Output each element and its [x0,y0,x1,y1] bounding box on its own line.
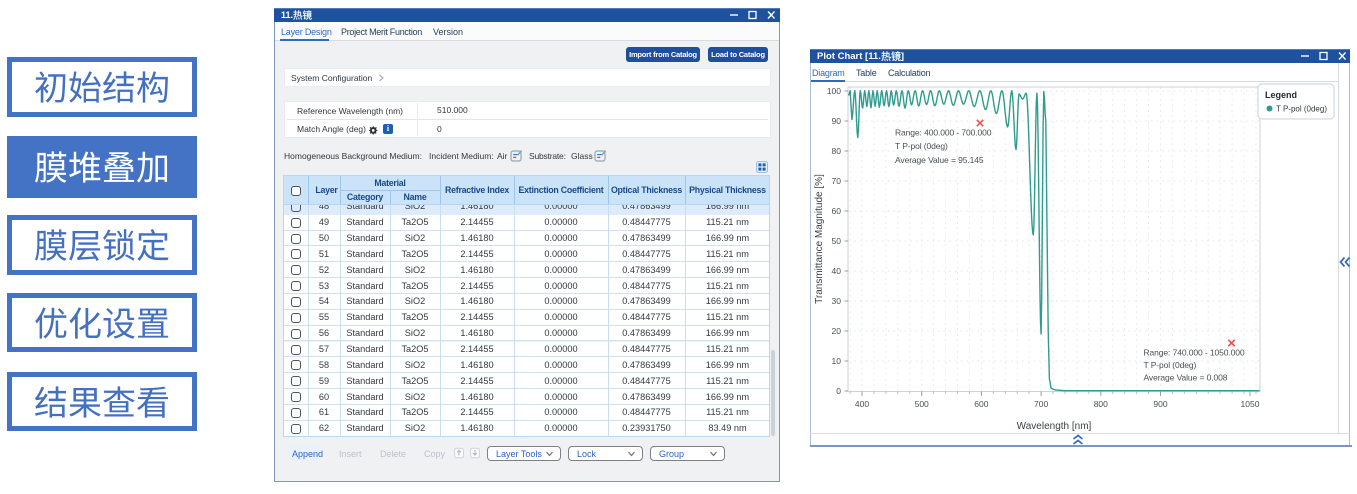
svg-text:900: 900 [1153,399,1167,409]
svg-text:Transmittance Magnitude [%]: Transmittance Magnitude [%] [814,174,825,304]
svg-text:60: 60 [832,206,842,216]
svg-text:T P-pol (0deg): T P-pol (0deg) [1276,105,1327,114]
svg-text:T P-pol (0deg): T P-pol (0deg) [895,141,948,151]
svg-text:Average Value = 0.008: Average Value = 0.008 [1144,373,1228,383]
svg-text:0: 0 [836,386,841,396]
svg-text:Wavelength [nm]: Wavelength [nm] [1017,421,1092,432]
svg-text:Average Value = 95.145: Average Value = 95.145 [895,155,984,165]
svg-text:Range: 740.000 - 1050.000: Range: 740.000 - 1050.000 [1144,348,1245,358]
svg-text:80: 80 [832,146,842,156]
svg-text:40: 40 [832,266,842,276]
svg-text:10: 10 [832,356,842,366]
svg-text:20: 20 [832,326,842,336]
svg-text:90: 90 [832,116,842,126]
svg-text:400: 400 [855,399,869,409]
svg-text:1050: 1050 [1241,399,1260,409]
svg-text:T P-pol (0deg): T P-pol (0deg) [1144,360,1197,370]
svg-text:70: 70 [832,176,842,186]
svg-text:Legend: Legend [1265,90,1297,100]
svg-text:100: 100 [827,86,841,96]
svg-text:700: 700 [1034,399,1048,409]
svg-text:50: 50 [832,236,842,246]
svg-text:800: 800 [1094,399,1108,409]
svg-text:500: 500 [915,399,929,409]
svg-text:30: 30 [832,296,842,306]
svg-text:600: 600 [974,399,988,409]
svg-text:Range: 400.000 - 700.000: Range: 400.000 - 700.000 [895,128,992,138]
